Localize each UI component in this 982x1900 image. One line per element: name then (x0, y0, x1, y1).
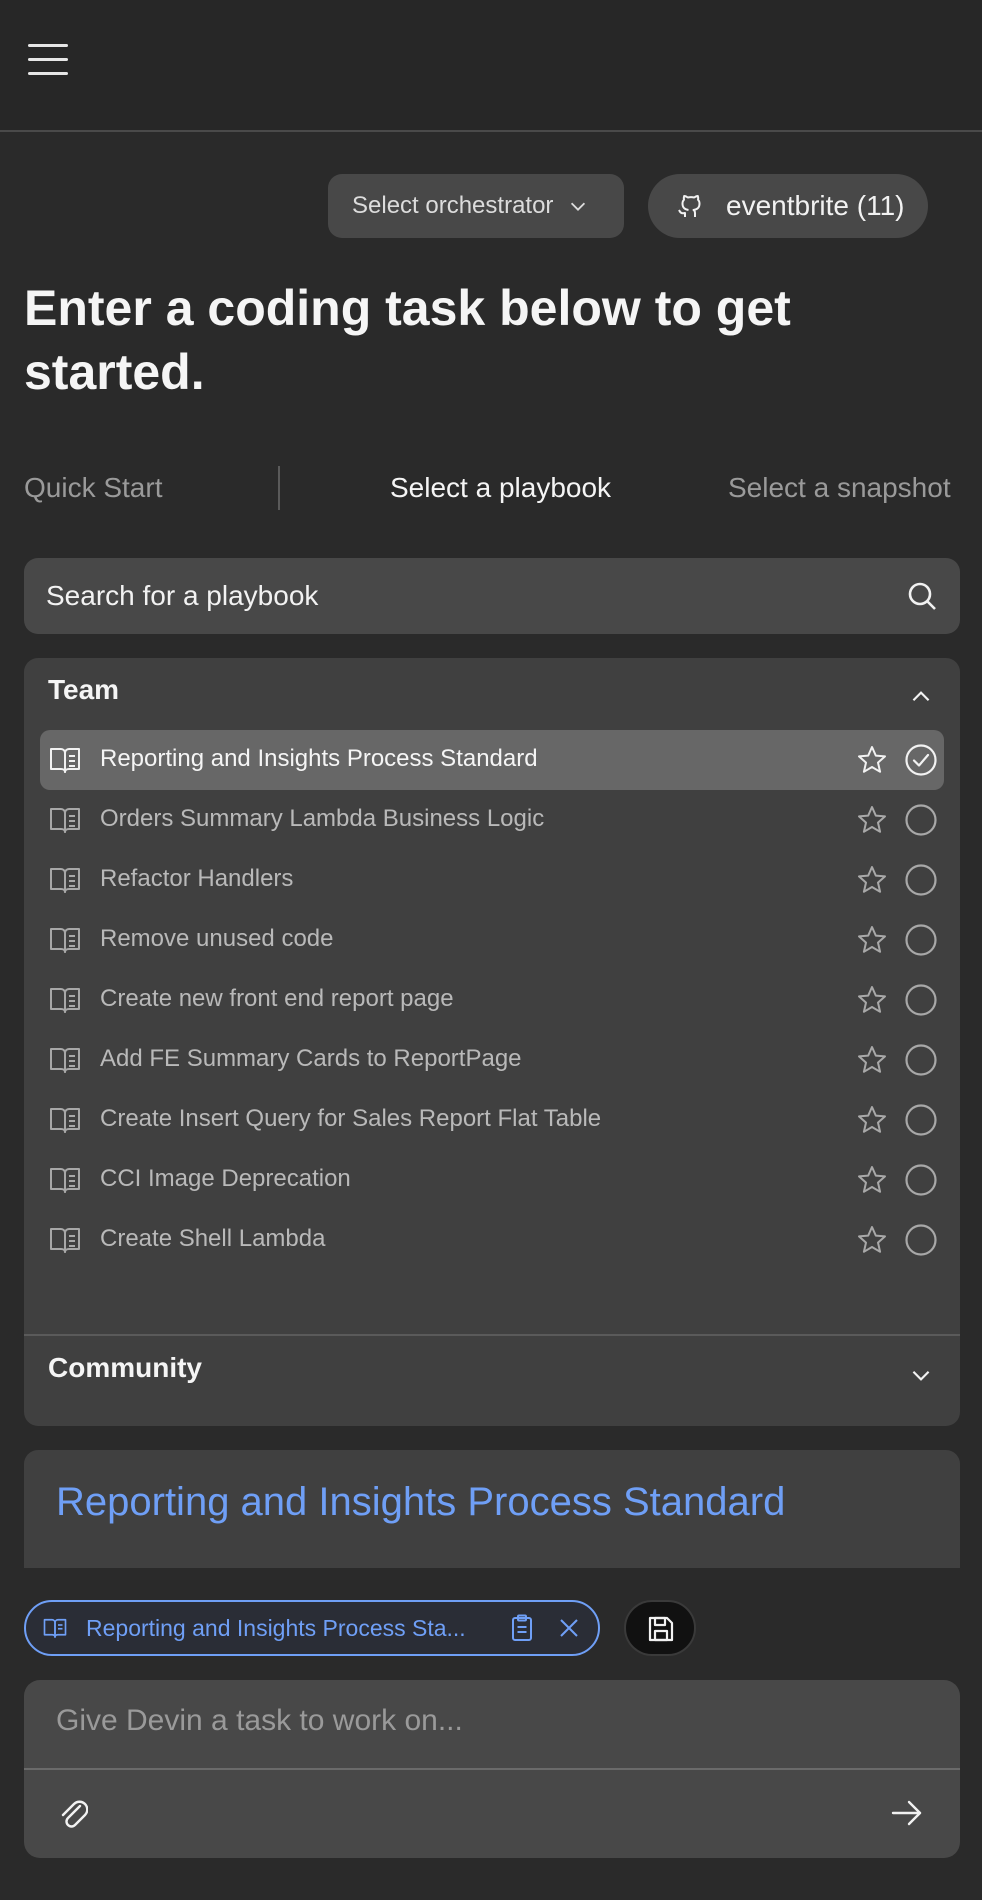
chevron-down-icon[interactable] (908, 1362, 934, 1388)
playbook-row-label: Refactor Handlers (100, 865, 294, 892)
star-icon[interactable] (856, 864, 888, 896)
playbook-preview-title: Reporting and Insights Process Standard (56, 1480, 786, 1524)
paperclip-icon[interactable] (58, 1796, 88, 1830)
book-icon (50, 748, 80, 773)
tab-select-snapshot[interactable]: Select a snapshot (728, 472, 951, 504)
section-title-community: Community (48, 1352, 202, 1383)
book-icon (50, 868, 80, 893)
tab-select-playbook[interactable]: Select a playbook (390, 472, 611, 504)
star-icon[interactable] (856, 1164, 888, 1196)
section-title-team: Team (48, 674, 120, 705)
github-icon (678, 195, 701, 217)
playbook-row[interactable]: Add FE Summary Cards to ReportPage (40, 1030, 944, 1090)
radio-circle-icon[interactable] (904, 1163, 938, 1197)
save-button[interactable] (624, 1600, 696, 1656)
playbook-row-label: Create Insert Query for Sales Report Fla… (100, 1105, 602, 1132)
playbook-row[interactable]: Refactor Handlers (40, 850, 944, 910)
playbook-row[interactable]: Create Shell Lambda (40, 1210, 944, 1270)
select-orchestrator-dropdown[interactable]: Select orchestrator (328, 174, 624, 238)
playbook-row[interactable]: Orders Summary Lambda Business Logic (40, 790, 944, 850)
selected-playbook-chip[interactable]: Reporting and Insights Process Sta... (24, 1600, 600, 1656)
playbook-preview: Reporting and Insights Process Standard (24, 1450, 960, 1568)
repo-label: eventbrite (11) (726, 190, 905, 221)
playbook-row-label: Orders Summary Lambda Business Logic (100, 805, 545, 832)
playbook-row-label: Remove unused code (100, 925, 334, 952)
search-icon[interactable] (904, 578, 940, 614)
playbook-row-label: Create new front end report page (100, 985, 454, 1012)
clipboard-icon[interactable] (510, 1614, 534, 1642)
section-divider (24, 1334, 960, 1336)
star-icon[interactable] (856, 984, 888, 1016)
book-icon (43, 1618, 67, 1638)
hamburger-menu-icon[interactable] (28, 44, 68, 78)
task-input[interactable] (24, 1680, 960, 1768)
book-icon (50, 988, 80, 1013)
book-icon (50, 1228, 80, 1253)
radio-circle-icon[interactable] (904, 1103, 938, 1137)
book-icon (50, 1048, 80, 1073)
page-headline: Enter a coding task below to get started… (24, 280, 791, 400)
star-icon[interactable] (856, 1044, 888, 1076)
book-icon (50, 1168, 80, 1193)
playbook-row[interactable]: CCI Image Deprecation (40, 1150, 944, 1210)
radio-circle-icon[interactable] (904, 1043, 938, 1077)
task-composer (24, 1680, 960, 1858)
playbook-row-label: Add FE Summary Cards to ReportPage (100, 1045, 522, 1072)
playbook-row-label: Reporting and Insights Process Standard (100, 745, 538, 772)
radio-circle-icon[interactable] (904, 863, 938, 897)
star-icon[interactable] (856, 804, 888, 836)
playbook-row[interactable]: Remove unused code (40, 910, 944, 970)
playbook-search (24, 558, 960, 634)
star-icon[interactable] (856, 1224, 888, 1256)
close-icon[interactable] (558, 1617, 580, 1639)
radio-circle-icon[interactable] (904, 1223, 938, 1257)
playbook-row[interactable]: Create new front end report page (40, 970, 944, 1030)
repo-selector-button[interactable]: eventbrite (11) (648, 174, 928, 238)
tab-bar: Quick Start Select a playbook Select a s… (0, 462, 982, 518)
radio-circle-icon[interactable] (904, 983, 938, 1017)
book-icon (50, 1108, 80, 1133)
selected-playbook-label: Reporting and Insights Process Sta... (86, 1615, 466, 1641)
star-icon[interactable] (856, 1104, 888, 1136)
playbook-list-panel: Team Reporting and Insights Process Stan… (24, 658, 960, 1426)
playbook-row[interactable]: Reporting and Insights Process Standard (40, 730, 944, 790)
top-bar (0, 0, 982, 132)
chevron-down-icon (571, 202, 586, 211)
book-icon (50, 928, 80, 953)
playbook-search-input[interactable] (24, 558, 884, 634)
tab-quick-start[interactable]: Quick Start (24, 472, 162, 504)
arrow-right-icon[interactable] (890, 1798, 924, 1828)
chevron-up-icon[interactable] (908, 684, 934, 710)
orchestrator-label: Select orchestrator (352, 192, 554, 219)
book-icon (50, 808, 80, 833)
composer-divider (24, 1768, 960, 1770)
radio-circle-icon[interactable] (904, 923, 938, 957)
radio-circle-icon[interactable] (904, 803, 938, 837)
tab-divider (278, 466, 280, 510)
playbook-row[interactable]: Create Insert Query for Sales Report Fla… (40, 1090, 944, 1150)
save-icon (648, 1616, 674, 1642)
playbook-row-label: CCI Image Deprecation (100, 1165, 351, 1192)
star-icon[interactable] (856, 924, 888, 956)
playbook-row-label: Create Shell Lambda (100, 1225, 326, 1252)
check-circle-icon[interactable] (904, 743, 938, 777)
star-icon[interactable] (856, 744, 888, 776)
